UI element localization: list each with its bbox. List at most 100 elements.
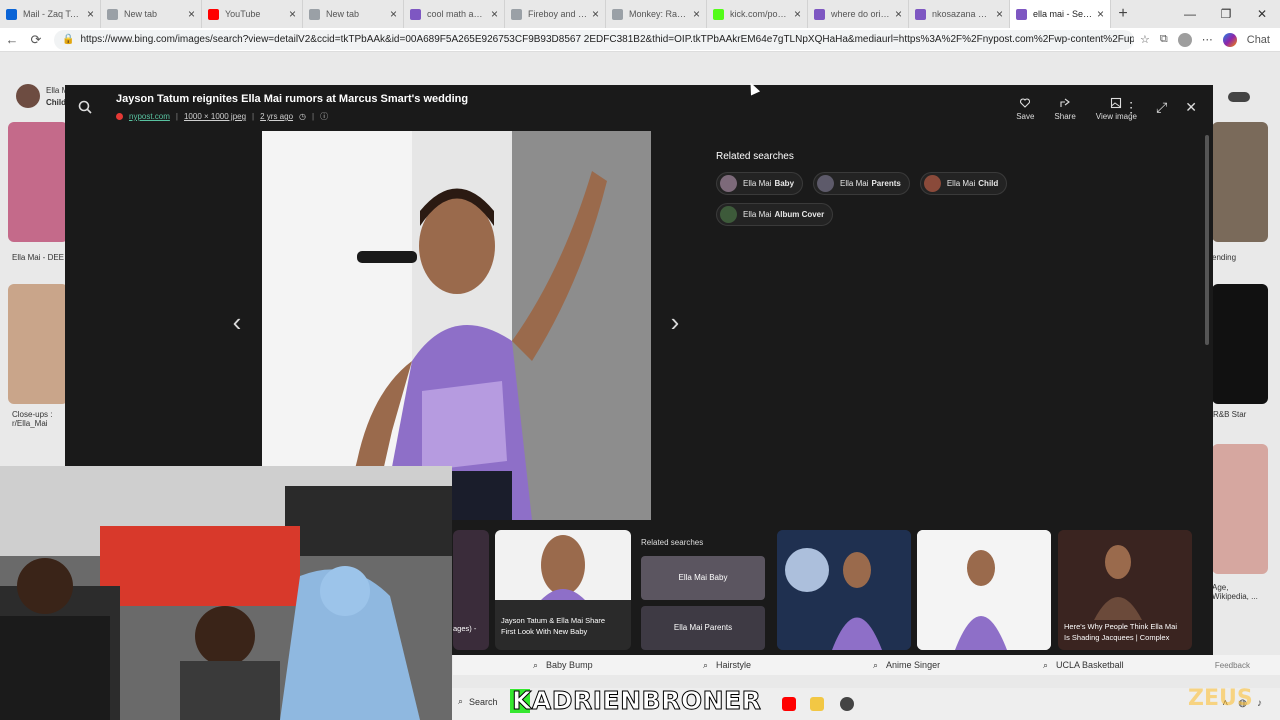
tab-favicon-icon xyxy=(208,8,219,20)
related-pill-parents[interactable]: Ella Mai Parents xyxy=(813,172,910,195)
save-icon xyxy=(1020,98,1031,108)
safe-search-toggle[interactable] xyxy=(1228,92,1250,102)
save-button[interactable]: Save xyxy=(1016,97,1034,121)
back-icon[interactable]: ← xyxy=(0,32,24,47)
info-icon[interactable]: ⓘ xyxy=(320,111,328,122)
browser-tab[interactable]: Fireboy and Wate × xyxy=(505,0,606,28)
copilot-icon[interactable] xyxy=(1222,32,1237,47)
strip-thumb xyxy=(495,530,631,600)
collections-icon[interactable]: ⧉ xyxy=(1160,33,1168,46)
meta-separator: | xyxy=(252,112,255,121)
bottom-search-label: UCLA Basketball xyxy=(1056,660,1124,670)
tab-close-icon[interactable]: × xyxy=(188,7,195,21)
tab-close-icon[interactable]: × xyxy=(794,7,801,21)
refresh-icon[interactable]: ⟳ xyxy=(24,32,48,48)
source-link[interactable]: nypost.com xyxy=(129,112,170,121)
favorite-star-icon[interactable]: ☆ xyxy=(1140,33,1150,46)
tab-favicon-icon xyxy=(612,8,623,20)
browser-tab[interactable]: nkosazana daugh × xyxy=(909,0,1010,28)
prev-image-arrow[interactable]: ‹ xyxy=(225,307,249,337)
strip-card-complex[interactable]: Here's Why People Think Ella Mai Is Shad… xyxy=(1058,530,1192,650)
result-thumb[interactable] xyxy=(8,122,68,242)
browser-tab[interactable]: ella mai - Search × xyxy=(1010,0,1111,28)
related-thumb xyxy=(817,175,835,192)
strip-card-tatum-baby[interactable]: Jayson Tatum & Ella Mai Share First Look… xyxy=(495,530,631,650)
profile-sub: Child xyxy=(46,98,66,107)
browser-tab[interactable]: Monkey: Random × xyxy=(606,0,707,28)
related-pill-bold: Baby xyxy=(774,179,795,188)
more-options-icon[interactable]: ⋮ xyxy=(1124,99,1138,116)
browser-tab[interactable]: New tab × xyxy=(101,0,202,28)
related-pill-child[interactable]: Ella Mai Child xyxy=(919,172,1008,195)
browser-tab[interactable]: YouTube × xyxy=(202,0,303,28)
share-button[interactable]: Share xyxy=(1054,97,1076,121)
chrome-taskbar-icon[interactable] xyxy=(840,697,854,711)
main-image[interactable] xyxy=(262,131,651,520)
address-bar[interactable]: 🔒 https://www.bing.com/images/search?vie… xyxy=(54,29,1135,50)
bottom-search-ucla-basketball[interactable]: ⌕ UCLA Basketball xyxy=(1043,660,1124,671)
bottom-search-baby-bump[interactable]: ⌕ Baby Bump xyxy=(533,660,593,671)
strip-caption-line1: Jayson Tatum & Ella Mai Share xyxy=(501,616,606,625)
feedback-link[interactable]: Feedback xyxy=(1215,661,1250,670)
chat-label[interactable]: Chat xyxy=(1247,34,1270,46)
youtube-taskbar-icon[interactable] xyxy=(782,697,796,711)
volume-icon[interactable]: ♪ xyxy=(1257,698,1262,709)
related-pill-bold: Parents xyxy=(871,179,901,188)
profile-avatar[interactable] xyxy=(1177,32,1192,47)
tab-close-icon[interactable]: × xyxy=(895,7,902,21)
dimensions-link[interactable]: 1000 × 1000 jpeg xyxy=(184,112,246,121)
search-icon: ⌕ xyxy=(703,659,709,670)
browser-tab[interactable]: kick.com/popoutl × xyxy=(707,0,808,28)
tab-close-icon[interactable]: × xyxy=(491,7,498,21)
tab-close-icon[interactable]: × xyxy=(1097,7,1104,21)
browser-tab[interactable]: New tab × xyxy=(303,0,404,28)
expand-icon[interactable]: ⤢ xyxy=(1156,99,1167,116)
panel-scrollbar[interactable] xyxy=(1205,135,1209,345)
image-title[interactable]: Jayson Tatum reignites Ella Mai rumors a… xyxy=(116,93,468,105)
tab-close-icon[interactable]: × xyxy=(996,7,1003,21)
strip-caption-line2: First Look With New Baby xyxy=(501,627,588,636)
url-text: https://www.bing.com/images/search?view=… xyxy=(80,34,1135,45)
search-icon: ⌕ xyxy=(533,659,539,670)
strip-related-tile[interactable]: Ella Mai Baby xyxy=(641,556,765,600)
result-thumb[interactable] xyxy=(1212,444,1268,574)
browser-tab[interactable]: cool math among × xyxy=(404,0,505,28)
tab-close-icon[interactable]: × xyxy=(693,7,700,21)
strip-related-tile[interactable]: Ella Mai Parents xyxy=(641,606,765,650)
result-thumb[interactable] xyxy=(1212,284,1268,404)
result-thumb[interactable] xyxy=(1212,122,1268,242)
zeus-watermark: ZEUS xyxy=(1188,686,1253,711)
bottom-search-anime-singer[interactable]: ⌕ Anime Singer xyxy=(873,660,940,671)
more-icon[interactable]: ⋯ xyxy=(1202,33,1213,46)
taskbar-search[interactable]: ⌕ Search xyxy=(458,696,498,707)
new-tab-button[interactable]: + xyxy=(1111,5,1135,23)
close-icon[interactable]: ✕ xyxy=(1185,99,1197,116)
singer-photo xyxy=(262,131,651,520)
search-icon: ⌕ xyxy=(873,659,879,670)
tab-favicon-icon xyxy=(1016,8,1027,20)
search-icon[interactable] xyxy=(77,99,93,115)
result-thumb[interactable] xyxy=(8,284,68,404)
tab-close-icon[interactable]: × xyxy=(592,7,599,21)
profile-thumb[interactable] xyxy=(16,84,40,108)
tab-close-icon[interactable]: × xyxy=(390,7,397,21)
restore-icon[interactable]: ❐ xyxy=(1208,0,1244,28)
share-label: Share xyxy=(1054,112,1076,121)
tab-favicon-icon xyxy=(107,8,118,20)
related-pill-text: Ella Mai xyxy=(743,179,772,188)
tab-close-icon[interactable]: × xyxy=(87,7,94,21)
browser-tab[interactable]: Mail - Zaq Taylor × xyxy=(0,0,101,28)
browser-tab[interactable]: where do origina × xyxy=(808,0,909,28)
related-pill-baby[interactable]: Ella Mai Baby xyxy=(716,172,804,195)
file-explorer-icon[interactable] xyxy=(810,697,824,711)
next-image-arrow[interactable]: › xyxy=(663,307,687,337)
tab-close-icon[interactable]: × xyxy=(289,7,296,21)
age-link[interactable]: 2 yrs ago xyxy=(260,112,293,121)
strip-related-label: Related searches xyxy=(641,538,704,547)
related-pill-album-cover[interactable]: Ella Mai Album Cover xyxy=(716,203,834,226)
minimize-icon[interactable]: — xyxy=(1172,0,1208,28)
close-window-icon[interactable]: ✕ xyxy=(1244,0,1280,28)
strip-card-performance[interactable] xyxy=(917,530,1051,650)
bottom-search-hairstyle[interactable]: ⌕ Hairstyle xyxy=(703,660,751,671)
strip-card-stage-light[interactable] xyxy=(777,530,911,650)
